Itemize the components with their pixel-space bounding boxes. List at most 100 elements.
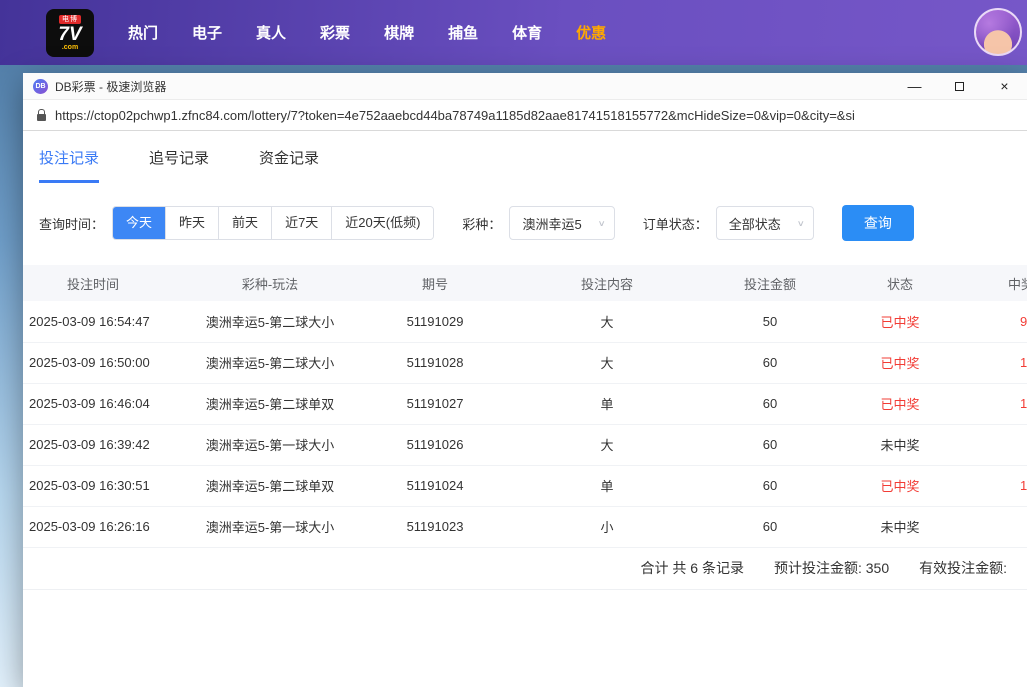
table-row: 2025-03-09 16:54:47 澳洲幸运5-第二球大小 51191029… — [23, 301, 1027, 342]
logo-text: 7V — [58, 25, 81, 44]
bet-content: 单 — [493, 465, 721, 506]
bet-issue: 51191026 — [377, 424, 493, 465]
bet-amount: 60 — [721, 342, 819, 383]
bet-play: 澳洲幸运5-第二球单双 — [163, 383, 377, 424]
window-titlebar[interactable]: DB DB彩票 - 极速浏览器 — × — [23, 73, 1027, 99]
bet-records-table: 投注时间 彩种-玩法 期号 投注内容 投注金额 状态 中奖金额 2025-03-… — [23, 265, 1027, 590]
lottery-select[interactable]: 澳洲幸运5 ∨ — [509, 206, 614, 240]
bet-content: 小 — [493, 506, 721, 547]
nav-item-live[interactable]: 真人 — [256, 22, 286, 43]
bet-issue: 51191023 — [377, 506, 493, 547]
nav-item-lottery[interactable]: 彩票 — [320, 22, 350, 43]
summary-expected-amount: 预计投注金额: 350 — [774, 558, 889, 578]
record-tabs: 投注记录 追号记录 资金记录 — [23, 131, 1027, 183]
win-amount: 9 — [981, 301, 1027, 342]
time-option-day-before[interactable]: 前天 — [218, 207, 271, 239]
maximize-button[interactable] — [937, 73, 982, 99]
nav-item-chess[interactable]: 棋牌 — [384, 22, 414, 43]
site-logo[interactable]: 电博 7V .com — [46, 9, 94, 57]
bet-time: 2025-03-09 16:26:16 — [23, 506, 163, 547]
tab-fund-records[interactable]: 资金记录 — [259, 147, 319, 183]
table-summary: 合计 共 6 条记录 预计投注金额: 350 有效投注金额: — [23, 548, 1027, 590]
tab-chase-records[interactable]: 追号记录 — [149, 147, 209, 183]
lottery-select-value: 澳洲幸运5 — [522, 214, 581, 233]
win-amount — [981, 506, 1027, 547]
user-avatar[interactable] — [974, 8, 1022, 56]
close-button[interactable]: × — [982, 73, 1027, 99]
bet-status: 未中奖 — [819, 506, 981, 547]
time-option-7days[interactable]: 近7天 — [271, 207, 331, 239]
lock-icon — [37, 114, 46, 121]
bet-time: 2025-03-09 16:54:47 — [23, 301, 163, 342]
time-option-today[interactable]: 今天 — [113, 207, 165, 239]
nav-item-promo[interactable]: 优惠 — [576, 22, 606, 43]
bet-status: 已中奖 — [819, 301, 981, 342]
bet-play: 澳洲幸运5-第二球大小 — [163, 342, 377, 383]
bet-content: 大 — [493, 424, 721, 465]
win-amount: 1 — [981, 465, 1027, 506]
bet-time: 2025-03-09 16:39:42 — [23, 424, 163, 465]
nav-item-sports[interactable]: 体育 — [512, 22, 542, 43]
bet-time: 2025-03-09 16:46:04 — [23, 383, 163, 424]
summary-count: 合计 共 6 条记录 — [641, 558, 744, 578]
header-win-amount: 中奖金额 — [981, 265, 1027, 301]
header-amount: 投注金额 — [721, 265, 819, 301]
url-text[interactable]: https://ctop02pchwp1.zfnc84.com/lottery/… — [55, 108, 855, 123]
lottery-filter-label: 彩种： — [462, 214, 501, 233]
nav-item-fishing[interactable]: 捕鱼 — [448, 22, 478, 43]
bet-amount: 60 — [721, 506, 819, 547]
bet-status: 未中奖 — [819, 424, 981, 465]
logo-tag: 电博 — [59, 15, 81, 24]
bet-play: 澳洲幸运5-第二球大小 — [163, 301, 377, 342]
bet-time: 2025-03-09 16:50:00 — [23, 342, 163, 383]
time-option-yesterday[interactable]: 昨天 — [165, 207, 218, 239]
site-nav-menu: 热门 电子 真人 彩票 棋牌 捕鱼 体育 优惠 — [128, 22, 606, 43]
summary-valid-amount: 有效投注金额: — [919, 558, 1007, 578]
address-bar[interactable]: https://ctop02pchwp1.zfnc84.com/lottery/… — [23, 99, 1027, 131]
header-play: 彩种-玩法 — [163, 265, 377, 301]
win-amount — [981, 424, 1027, 465]
bet-amount: 50 — [721, 301, 819, 342]
bet-content: 大 — [493, 301, 721, 342]
header-status: 状态 — [819, 265, 981, 301]
header-issue: 期号 — [377, 265, 493, 301]
nav-item-electronic[interactable]: 电子 — [192, 22, 222, 43]
bet-content: 大 — [493, 342, 721, 383]
header-content: 投注内容 — [493, 265, 721, 301]
bet-status: 已中奖 — [819, 383, 981, 424]
bet-amount: 60 — [721, 383, 819, 424]
minimize-button[interactable]: — — [892, 73, 937, 99]
browser-window: DB DB彩票 - 极速浏览器 — × https://ctop02pchwp1… — [23, 73, 1027, 687]
chevron-down-icon: ∨ — [797, 218, 805, 228]
table-row: 2025-03-09 16:30:51 澳洲幸运5-第二球单双 51191024… — [23, 465, 1027, 506]
bet-content: 单 — [493, 383, 721, 424]
bet-amount: 60 — [721, 465, 819, 506]
win-amount: 1 — [981, 342, 1027, 383]
page-content: 投注记录 追号记录 资金记录 查询时间： 今天 昨天 前天 近7天 近20天(低… — [23, 131, 1027, 687]
search-button[interactable]: 查询 — [842, 205, 914, 241]
bet-play: 澳洲幸运5-第一球大小 — [163, 506, 377, 547]
window-controls: — × — [892, 73, 1027, 99]
header-bet-time: 投注时间 — [23, 265, 163, 301]
time-filter-label: 查询时间： — [39, 214, 104, 233]
filter-bar: 查询时间： 今天 昨天 前天 近7天 近20天(低频) 彩种： 澳洲幸运5 ∨ … — [39, 205, 1027, 241]
status-select-value: 全部状态 — [729, 214, 781, 233]
tab-bet-records[interactable]: 投注记录 — [39, 147, 99, 183]
table-row: 2025-03-09 16:26:16 澳洲幸运5-第一球大小 51191023… — [23, 506, 1027, 547]
table-row: 2025-03-09 16:50:00 澳洲幸运5-第二球大小 51191028… — [23, 342, 1027, 383]
window-title: DB彩票 - 极速浏览器 — [55, 78, 166, 95]
bet-issue: 51191028 — [377, 342, 493, 383]
table-row: 2025-03-09 16:46:04 澳洲幸运5-第二球单双 51191027… — [23, 383, 1027, 424]
status-filter-label: 订单状态： — [643, 214, 708, 233]
nav-item-hot[interactable]: 热门 — [128, 22, 158, 43]
time-option-20days[interactable]: 近20天(低频) — [331, 207, 433, 239]
time-range-group: 今天 昨天 前天 近7天 近20天(低频) — [112, 206, 434, 240]
maximize-icon — [955, 82, 964, 91]
site-favicon: DB — [33, 79, 48, 94]
table-header-row: 投注时间 彩种-玩法 期号 投注内容 投注金额 状态 中奖金额 — [23, 265, 1027, 301]
bet-status: 已中奖 — [819, 465, 981, 506]
bet-status: 已中奖 — [819, 342, 981, 383]
bet-time: 2025-03-09 16:30:51 — [23, 465, 163, 506]
win-amount: 1 — [981, 383, 1027, 424]
order-status-select[interactable]: 全部状态 ∨ — [716, 206, 814, 240]
